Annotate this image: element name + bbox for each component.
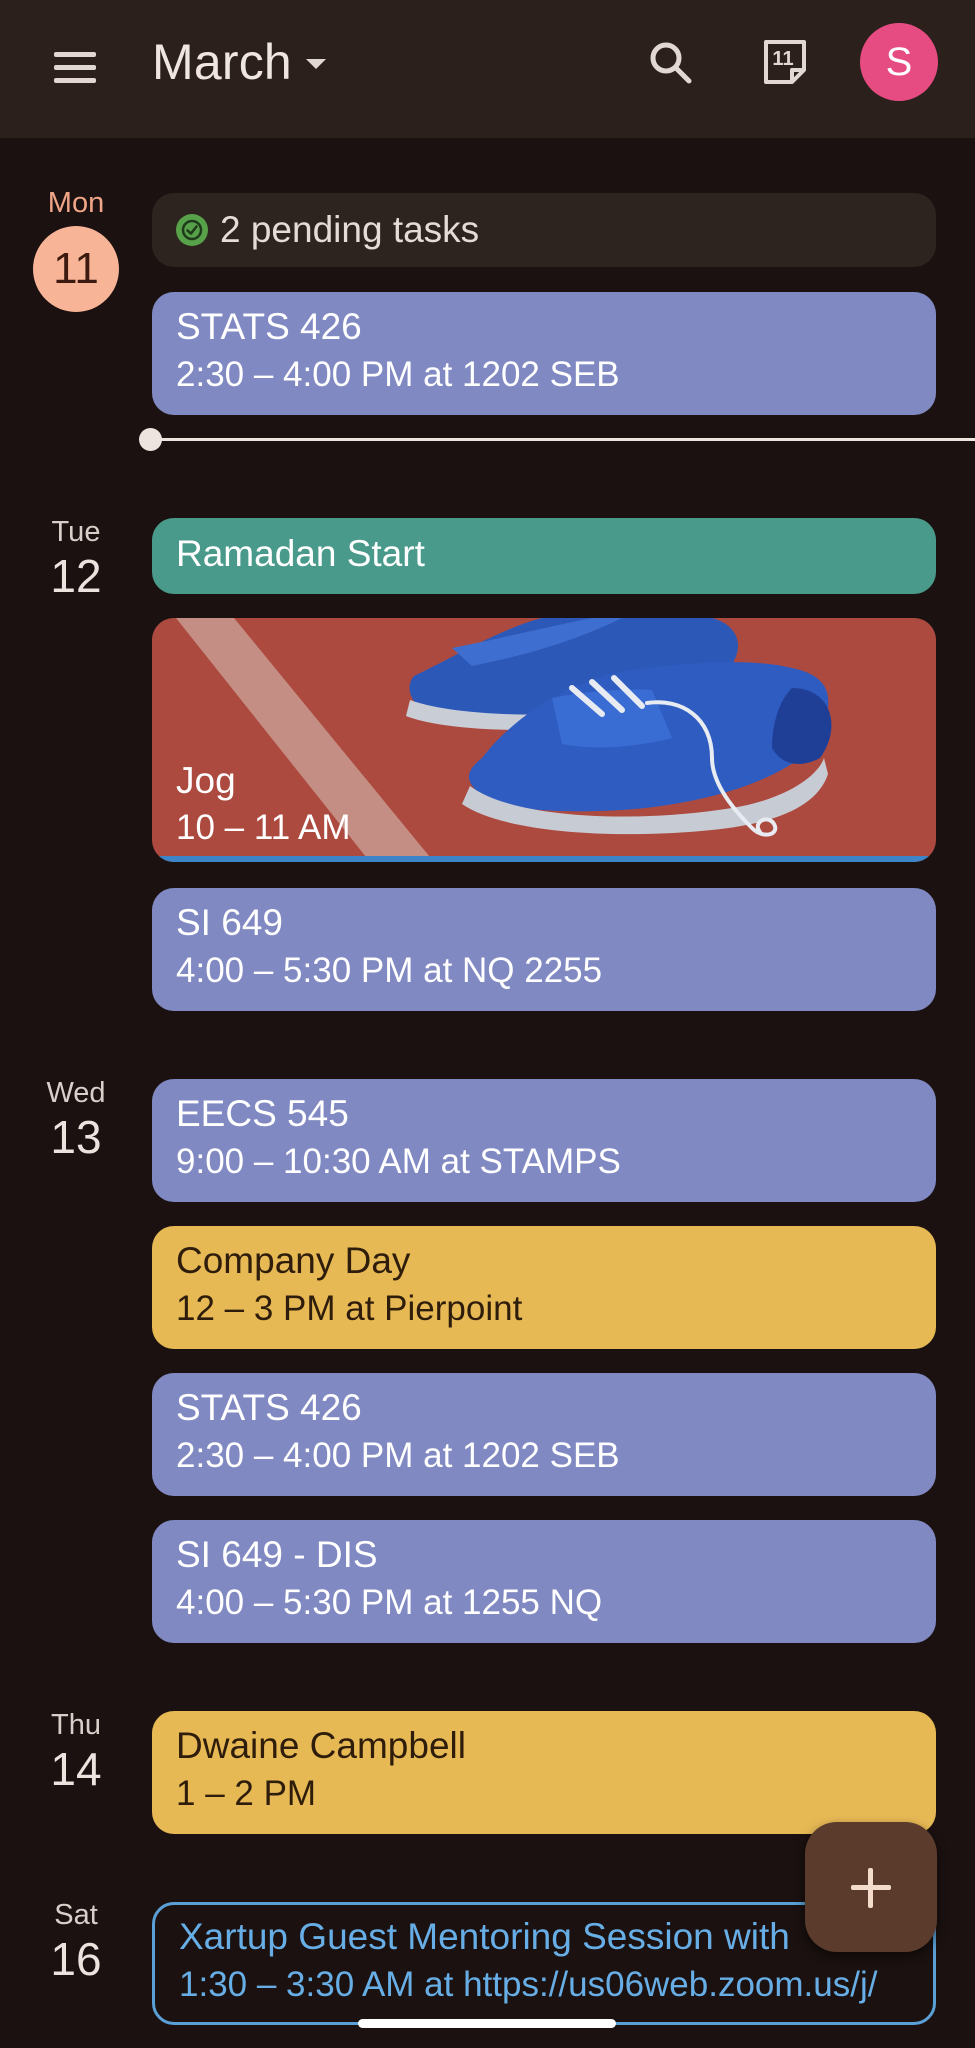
day-label-wed-13[interactable]: Wed 13 <box>24 1076 128 1164</box>
event-title: Ramadan Start <box>176 533 425 574</box>
day-label-thu-14[interactable]: Thu 14 <box>24 1708 128 1796</box>
today-date-label: 11 <box>772 48 794 70</box>
current-time-line <box>150 438 975 441</box>
event-card-jog[interactable]: Jog 10 – 11 AM <box>152 618 936 862</box>
day-number: 14 <box>50 1743 102 1795</box>
search-icon[interactable] <box>646 38 694 86</box>
event-title: SI 649 <box>176 902 283 943</box>
chevron-down-icon <box>305 59 326 69</box>
day-of-week: Tue <box>51 516 101 548</box>
menu-icon[interactable] <box>52 50 100 86</box>
event-title: STATS 426 <box>176 1387 362 1428</box>
plus-icon-stroke <box>868 1868 873 1908</box>
event-card[interactable]: SI 649 - DIS 4:00 – 5:30 PM at 1255 NQ <box>152 1520 936 1643</box>
today-date-circle: 11 <box>33 226 119 312</box>
day-number: 13 <box>50 1111 102 1163</box>
event-title: Xartup Guest Mentoring Session with <box>179 1916 790 1957</box>
event-detail: 4:00 – 5:30 PM at NQ 2255 <box>176 951 603 990</box>
event-title: STATS 426 <box>176 306 362 347</box>
event-card[interactable]: STATS 426 2:30 – 4:00 PM at 1202 SEB <box>152 1373 936 1496</box>
task-check-icon <box>176 214 208 246</box>
event-card[interactable]: STATS 426 2:30 – 4:00 PM at 1202 SEB <box>152 292 936 415</box>
event-detail: 2:30 – 4:00 PM at 1202 SEB <box>176 1436 620 1475</box>
day-label-sat-16[interactable]: Sat 16 <box>24 1898 128 1986</box>
pending-tasks-label: 2 pending tasks <box>220 209 480 250</box>
calendar-today-icon[interactable]: 11 <box>760 38 810 88</box>
pending-tasks-chip[interactable]: 2 pending tasks <box>152 193 936 267</box>
event-title: Jog <box>176 760 236 801</box>
event-title: EECS 545 <box>176 1093 349 1134</box>
day-of-week: Mon <box>47 187 105 219</box>
month-label: March <box>152 34 292 90</box>
event-card[interactable]: SI 649 4:00 – 5:30 PM at NQ 2255 <box>152 888 936 1011</box>
day-number: 16 <box>50 1933 102 1985</box>
event-detail: 9:00 – 10:30 AM at STAMPS <box>176 1142 621 1181</box>
current-time-dot <box>139 428 162 451</box>
event-detail: 1:30 – 3:30 AM at https://us06web.zoom.u… <box>179 1965 878 2004</box>
event-detail: 1 – 2 PM <box>176 1774 317 1813</box>
day-label-mon-11[interactable]: Mon 11 <box>24 186 128 312</box>
event-title: SI 649 - DIS <box>176 1534 378 1575</box>
day-of-week: Thu <box>51 1709 101 1741</box>
event-card[interactable]: EECS 545 9:00 – 10:30 AM at STAMPS <box>152 1079 936 1202</box>
avatar[interactable]: S <box>860 23 938 101</box>
event-title: Dwaine Campbell <box>176 1725 466 1766</box>
day-of-week: Wed <box>46 1077 106 1109</box>
event-title: Company Day <box>176 1240 411 1281</box>
event-detail: 10 – 11 AM <box>176 808 351 847</box>
top-app-bar: March 11 S <box>0 0 975 138</box>
event-detail: 12 – 3 PM at Pierpoint <box>176 1289 523 1328</box>
month-selector[interactable]: March <box>152 32 326 92</box>
event-card[interactable]: Company Day 12 – 3 PM at Pierpoint <box>152 1226 936 1349</box>
event-detail: 4:00 – 5:30 PM at 1255 NQ <box>176 1583 603 1622</box>
home-gesture-bar[interactable] <box>358 2019 616 2028</box>
event-detail: 2:30 – 4:00 PM at 1202 SEB <box>176 355 620 394</box>
day-label-tue-12[interactable]: Tue 12 <box>24 515 128 603</box>
day-number: 12 <box>50 550 102 602</box>
event-card-all-day[interactable]: Ramadan Start <box>152 518 936 594</box>
avatar-letter: S <box>885 39 913 84</box>
day-of-week: Sat <box>54 1899 98 1931</box>
create-event-button[interactable] <box>805 1822 937 1952</box>
event-card[interactable]: Dwaine Campbell 1 – 2 PM <box>152 1711 936 1834</box>
